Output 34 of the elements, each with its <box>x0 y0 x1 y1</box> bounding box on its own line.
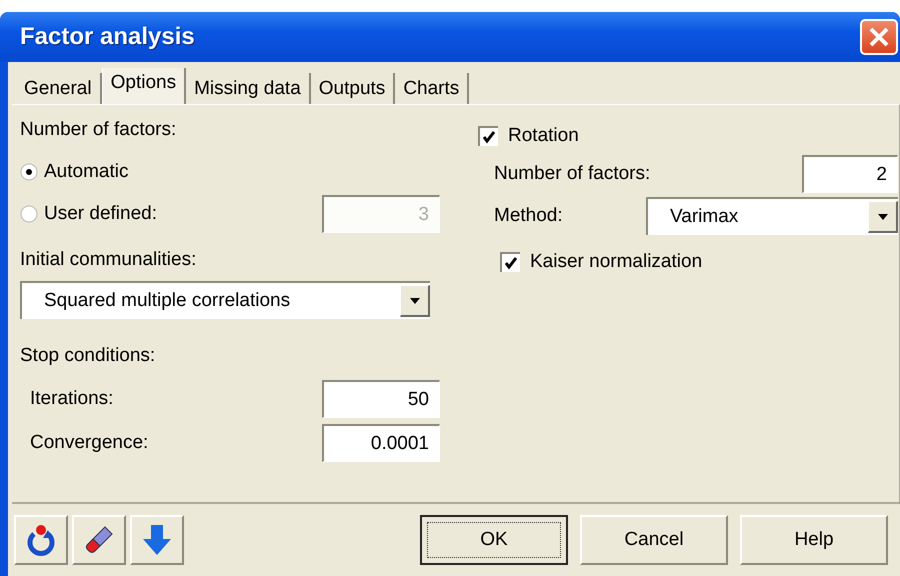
number-field[interactable]: 2 <box>802 155 898 193</box>
checkbox-label: Rotation <box>508 125 579 147</box>
down-arrow-icon <box>141 523 173 557</box>
method-dropdown[interactable]: Varimax <box>646 197 898 235</box>
reset-button[interactable] <box>14 515 68 565</box>
close-button[interactable] <box>860 19 898 55</box>
down-arrow-button[interactable] <box>130 515 184 565</box>
dropdown-button[interactable] <box>868 201 898 233</box>
field-label: Iterations: <box>30 388 114 410</box>
field-label: Convergence: <box>30 432 148 454</box>
field-label: Number of factors: <box>494 163 650 185</box>
number-field[interactable]: 0.0001 <box>322 424 440 462</box>
section-label: Stop conditions: <box>20 345 156 368</box>
dialog-button[interactable]: Cancel <box>580 515 728 565</box>
caret-icon <box>876 212 888 220</box>
section-label: Number of factors: <box>20 119 178 142</box>
caret-icon <box>408 296 420 304</box>
communalities-dropdown[interactable]: Squared multiple correlations <box>20 281 430 319</box>
checkmark-icon <box>504 256 518 270</box>
checkmark-icon <box>482 130 496 144</box>
checkbox-label: Kaiser normalization <box>530 251 702 273</box>
dialog-button[interactable]: Help <box>740 515 888 565</box>
close-icon <box>868 26 890 48</box>
dropdown-button[interactable] <box>400 285 430 317</box>
number-field[interactable]: 50 <box>322 380 440 418</box>
dialog-button[interactable]: OK <box>420 515 568 565</box>
section-label: Initial communalities: <box>20 249 198 272</box>
eraser-button[interactable] <box>72 515 126 565</box>
window-title: Factor analysis <box>20 23 195 51</box>
eraser-icon <box>83 524 115 556</box>
checkbox[interactable] <box>500 252 520 272</box>
checkbox[interactable] <box>478 126 498 146</box>
field-label: Method: <box>494 205 563 227</box>
tab[interactable]: Options <box>102 68 186 104</box>
